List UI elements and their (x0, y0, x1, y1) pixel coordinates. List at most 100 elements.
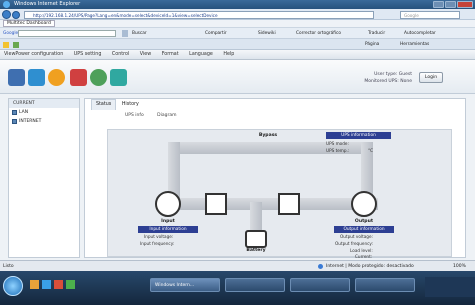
window-controls (433, 0, 473, 9)
google-item-traducir[interactable]: Traducir (368, 28, 385, 38)
favorites-bar: Página Herramientas (0, 39, 475, 50)
maximize-button[interactable] (445, 1, 456, 8)
google-item-buscar[interactable]: Buscar (132, 28, 147, 38)
system-tray[interactable] (425, 277, 475, 297)
minimize-button[interactable] (433, 1, 444, 8)
network-icon[interactable] (28, 69, 45, 86)
battery-icon (245, 230, 267, 248)
menu-help[interactable]: Help (223, 52, 234, 57)
internet-zone-icon (318, 264, 323, 269)
menu-view[interactable]: View (140, 52, 151, 57)
tree-root-current[interactable]: CURRENT (9, 99, 79, 108)
computer-icon (12, 119, 17, 124)
quicklaunch-icon[interactable] (66, 280, 75, 289)
main-panel: Status History UPS info Diagram Bypass U… (84, 98, 466, 259)
start-button[interactable] (3, 276, 23, 296)
tab-bar: Status History (91, 99, 143, 110)
google-toolbar: Google Buscar Compartir Sidewiki Correct… (0, 28, 475, 39)
tree-item-label: INTERNET (19, 119, 42, 124)
ups-info-header: UPS information (326, 132, 391, 139)
main-power-bar (163, 198, 378, 210)
tab-status[interactable]: Status (91, 99, 117, 110)
input-info-header: Input information (138, 226, 198, 233)
subtab-ups-info[interactable]: UPS info (125, 113, 144, 118)
google-item-autocompletar[interactable]: Autocompletar (404, 28, 436, 38)
output-label: Output (354, 219, 374, 224)
schedule-icon[interactable] (110, 69, 127, 86)
close-button[interactable] (457, 1, 473, 8)
alert-icon[interactable] (70, 69, 87, 86)
taskbar-window[interactable] (290, 278, 350, 292)
browser-title-bar: Windows Internet Explorer (0, 0, 475, 9)
output-info-header: Output information (334, 226, 394, 233)
favorites-star-icon[interactable] (3, 42, 9, 48)
browser-title: Windows Internet Explorer (14, 1, 81, 7)
page-content: ViewPower configuration UPS setting Cont… (0, 50, 475, 260)
inverter-icon (278, 193, 300, 215)
address-bar: http://192.168.1.24/UPS/Page?Lang=en&mod… (0, 9, 475, 20)
menu-viewpower-config[interactable]: ViewPower configuration (4, 52, 63, 57)
browser-tab-strip: Multitec Dashboard (0, 20, 475, 28)
app-toolbar: User type: Guest Monitored UPS: None Log… (0, 60, 475, 94)
settings-icon[interactable] (48, 69, 65, 86)
user-info: User type: Guest Monitored UPS: None (350, 71, 412, 85)
tree-item-label: LAN (19, 110, 29, 115)
monitor-icon[interactable] (8, 69, 25, 86)
subtab-diagram[interactable]: Diagram (157, 113, 176, 118)
search-input[interactable]: Google (400, 11, 460, 19)
google-item-corrector[interactable]: Corrector ortográfico (296, 28, 341, 38)
google-search-input[interactable] (18, 30, 116, 37)
battery-label: Battery (246, 248, 266, 253)
login-button[interactable]: Login (419, 72, 443, 83)
dropdown-icon[interactable] (122, 30, 128, 37)
subtab-bar: UPS info Diagram (125, 113, 189, 118)
menu-ups-setting[interactable]: UPS setting (74, 52, 102, 57)
search-icon[interactable] (90, 69, 107, 86)
windows-taskbar: Windows Intern... (0, 271, 475, 305)
quicklaunch-icon[interactable] (30, 280, 39, 289)
google-label: Google (3, 31, 19, 36)
back-icon[interactable] (2, 10, 11, 19)
taskbar-ie-window[interactable]: Windows Intern... (150, 278, 220, 292)
tree-root-label: CURRENT (13, 101, 35, 106)
menu-format[interactable]: Format (162, 52, 179, 57)
browser-tab[interactable]: Multitec Dashboard (3, 20, 55, 27)
menu-control[interactable]: Control (112, 52, 129, 57)
input-frequency-label: Input frequency: (140, 241, 175, 246)
screen: Windows Internet Explorer http://192.168… (0, 0, 475, 305)
google-item-compartir[interactable]: Compartir (205, 28, 227, 38)
taskbar-window[interactable] (355, 278, 415, 292)
user-type-label: User type: (374, 72, 398, 77)
ups-diagram: Bypass UPS information UPS mode: UPS tem… (107, 129, 452, 257)
taskbar-window[interactable] (225, 278, 285, 292)
device-tree: CURRENT LAN INTERNET (8, 98, 80, 258)
current-label: Current: (355, 254, 373, 259)
add-favorite-icon[interactable] (13, 42, 19, 48)
app-menu-bar: ViewPower configuration UPS setting Cont… (0, 50, 475, 60)
input-label: Input (161, 219, 175, 224)
browser-status-bar: Listo Internet | Modo protegido: desacti… (0, 260, 475, 271)
tree-item-lan[interactable]: LAN (9, 108, 79, 117)
tree-item-internet[interactable]: INTERNET (9, 117, 79, 126)
taskbar-ie-label: Windows Intern... (155, 283, 195, 288)
monitored-ups-value: None (400, 79, 412, 84)
computer-icon (12, 110, 17, 115)
google-item-sidewiki[interactable]: Sidewiki (258, 28, 276, 38)
monitored-ups-label: Monitored UPS: (364, 79, 399, 84)
ie-logo-icon (3, 1, 10, 8)
user-type-value: Guest (398, 72, 412, 77)
quicklaunch-icon[interactable] (42, 280, 51, 289)
output-ac-icon (351, 191, 377, 217)
output-frequency-label: Output frequency: (335, 241, 373, 246)
fav-page-menu[interactable]: Página (365, 39, 379, 49)
menu-language[interactable]: Language (189, 52, 213, 57)
quicklaunch-icon[interactable] (54, 280, 63, 289)
fav-tools-menu[interactable]: Herramientas (400, 39, 429, 49)
output-voltage-label: Output voltage: (340, 234, 373, 239)
forward-icon[interactable] (12, 10, 20, 19)
input-ac-icon (155, 191, 181, 217)
tab-history[interactable]: History (118, 100, 143, 110)
url-input[interactable]: http://192.168.1.24/UPS/Page?Lang=en&mod… (24, 11, 374, 19)
ups-mode-label: UPS mode: (326, 141, 349, 146)
ups-temp-label: UPS temp.: (326, 148, 350, 153)
